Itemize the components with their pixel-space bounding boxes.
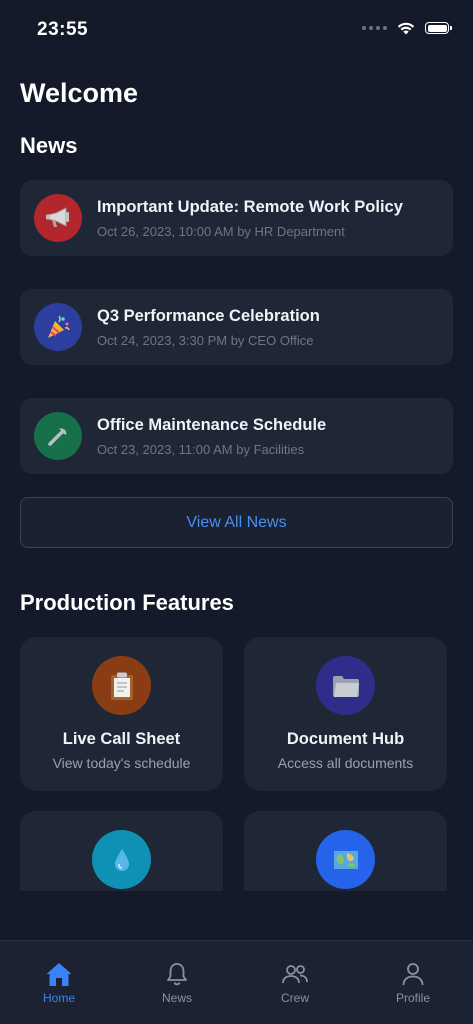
clipboard-icon bbox=[92, 656, 151, 715]
tab-label: News bbox=[161, 991, 192, 1005]
feature-card[interactable] bbox=[244, 811, 447, 891]
news-item-title: Office Maintenance Schedule bbox=[97, 416, 327, 434]
party-popper-icon bbox=[34, 303, 82, 351]
feature-title: Live Call Sheet bbox=[62, 730, 181, 748]
home-screen: 23:55 Welcome News Important Update: Rem… bbox=[0, 0, 473, 1024]
tab-crew[interactable]: Crew bbox=[236, 961, 354, 1005]
tab-label: Profile bbox=[395, 991, 430, 1005]
battery-icon bbox=[425, 22, 452, 34]
wrench-icon bbox=[34, 412, 82, 460]
feature-card[interactable] bbox=[20, 811, 223, 891]
status-bar: 23:55 bbox=[0, 0, 473, 60]
news-item-meta: Oct 23, 2023, 11:00 AM by Facilities bbox=[97, 442, 305, 457]
megaphone-icon bbox=[34, 194, 82, 242]
news-item-meta: Oct 24, 2023, 3:30 PM by CEO Office bbox=[97, 333, 314, 348]
feature-card-live-call-sheet[interactable]: Live Call Sheet View today's schedule bbox=[20, 637, 223, 791]
news-card[interactable]: Important Update: Remote Work Policy Oct… bbox=[20, 180, 453, 256]
bell-icon bbox=[167, 963, 187, 986]
users-icon bbox=[282, 965, 308, 984]
news-item-title: Important Update: Remote Work Policy bbox=[97, 198, 403, 216]
tab-bar: Home News Crew Profile bbox=[0, 940, 473, 1024]
status-icons bbox=[362, 21, 452, 35]
cellular-signal-icon bbox=[362, 26, 387, 30]
feature-title: Document Hub bbox=[286, 730, 405, 748]
droplet-icon bbox=[92, 830, 151, 889]
news-section-title: News bbox=[20, 133, 78, 158]
features-section-title: Production Features bbox=[20, 590, 234, 615]
feature-subtitle: Access all documents bbox=[277, 755, 414, 771]
feature-card-document-hub[interactable]: Document Hub Access all documents bbox=[244, 637, 447, 791]
news-card[interactable]: Q3 Performance Celebration Oct 24, 2023,… bbox=[20, 289, 453, 365]
news-item-meta: Oct 26, 2023, 10:00 AM by HR Department bbox=[97, 224, 345, 239]
page-title: Welcome bbox=[20, 78, 139, 108]
folder-icon bbox=[316, 656, 375, 715]
wifi-icon bbox=[397, 22, 415, 35]
feature-subtitle: View today's schedule bbox=[52, 755, 191, 771]
map-icon bbox=[316, 830, 375, 889]
home-icon bbox=[46, 963, 72, 986]
news-item-title: Q3 Performance Celebration bbox=[97, 307, 320, 325]
status-time: 23:55 bbox=[37, 19, 89, 40]
user-icon bbox=[402, 963, 424, 986]
tab-profile[interactable]: Profile bbox=[354, 961, 472, 1005]
news-card[interactable]: Office Maintenance Schedule Oct 23, 2023… bbox=[20, 398, 453, 474]
tab-label: Home bbox=[42, 991, 75, 1005]
tab-label: Crew bbox=[280, 991, 309, 1005]
tab-home[interactable]: Home bbox=[0, 961, 118, 1005]
view-all-news-button[interactable]: View All News bbox=[20, 497, 453, 548]
tab-news[interactable]: News bbox=[118, 961, 236, 1005]
